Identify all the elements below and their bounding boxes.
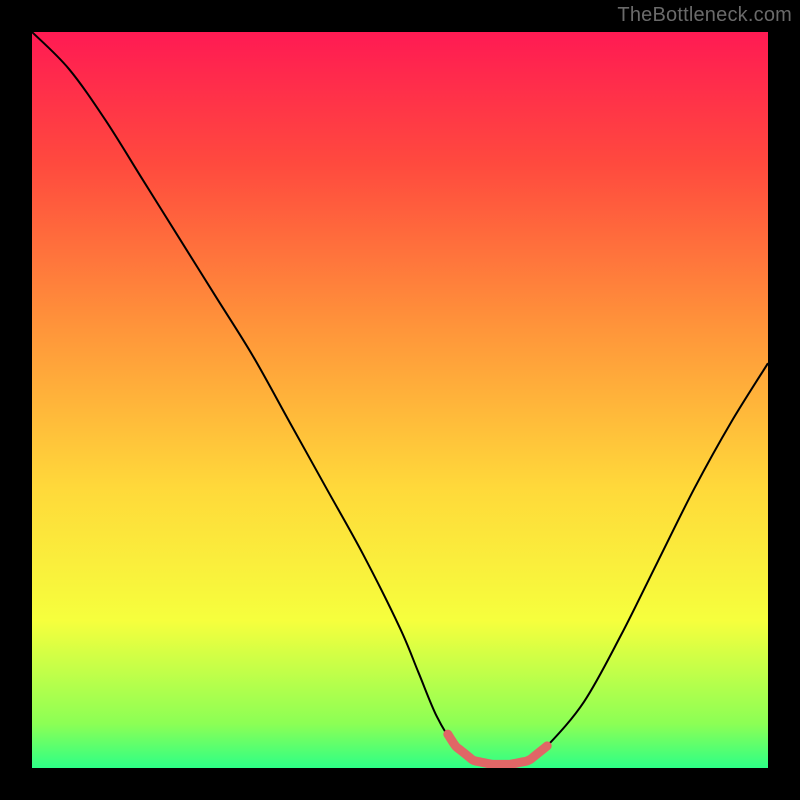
chart-svg [32, 32, 768, 768]
plot-area [32, 32, 768, 768]
watermark-text: TheBottleneck.com [617, 4, 792, 27]
gradient-background [32, 32, 768, 768]
chart-frame: TheBottleneck.com [0, 0, 800, 800]
